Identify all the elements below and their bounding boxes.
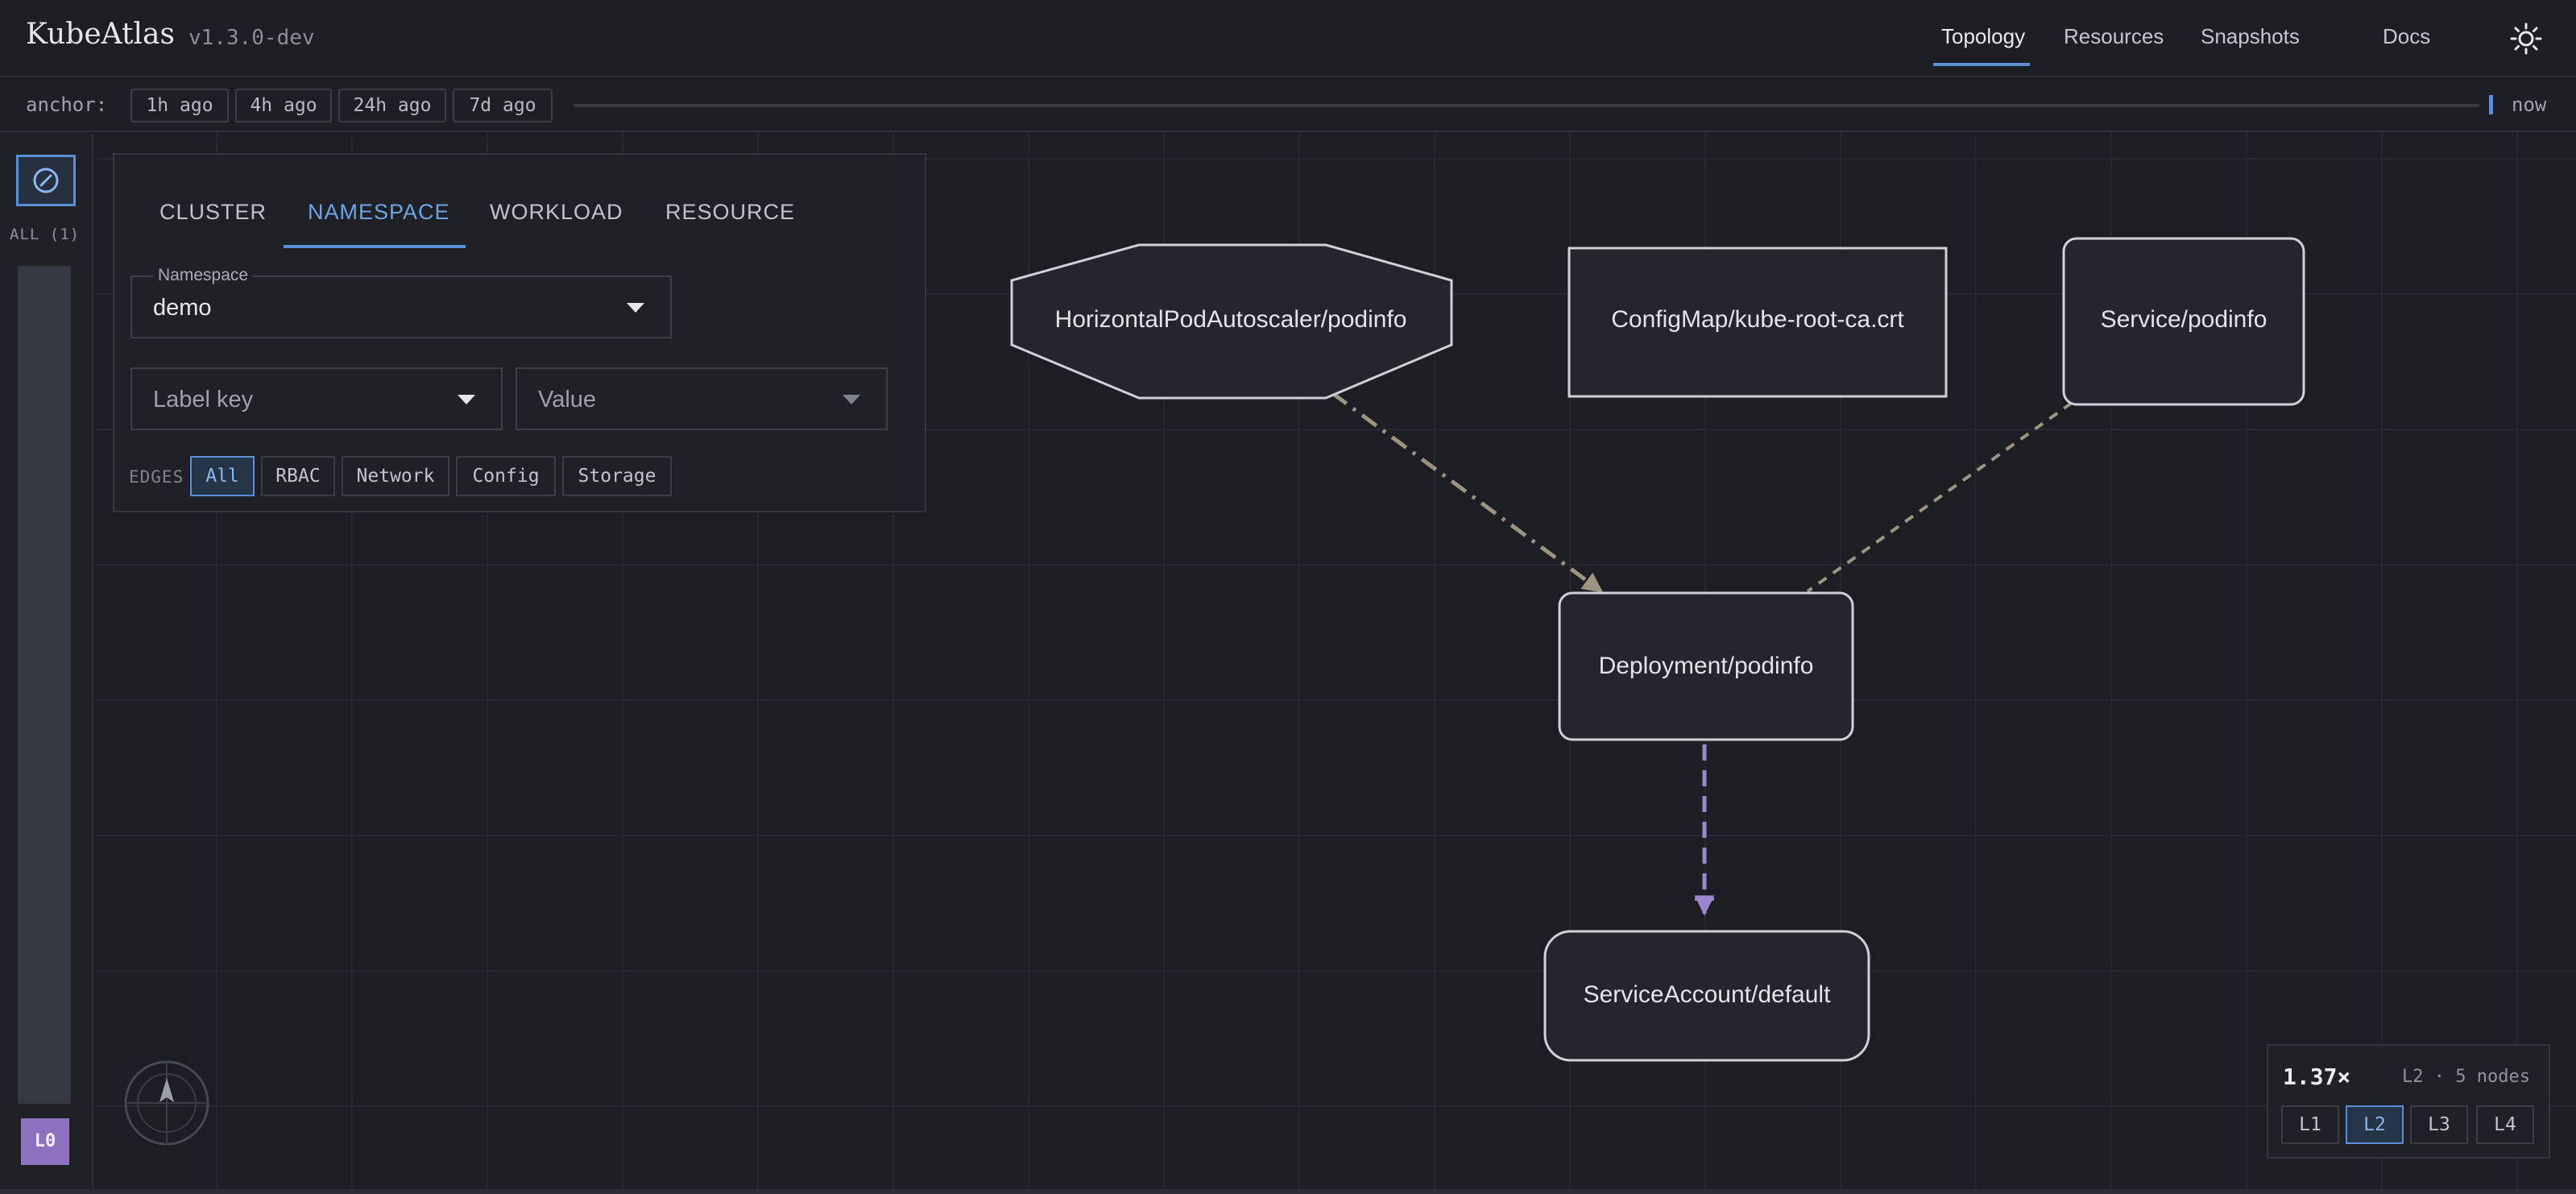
level-button-l3[interactable]: L3 (2410, 1105, 2468, 1144)
label-key-select[interactable]: Label key (130, 367, 503, 430)
node-label-configmap: ConfigMap/kube-root-ca.crt (1611, 306, 1904, 333)
nav-topology[interactable]: Topology (1941, 24, 2025, 49)
edge-filter-config[interactable]: Config (456, 456, 556, 496)
app-version: v1.3.0-dev (188, 26, 315, 50)
anchor-label: anchor: (26, 93, 108, 116)
time-chip-7d[interactable]: 7d ago (453, 89, 553, 122)
rail-scrollbar[interactable] (18, 266, 71, 1104)
time-slider-handle[interactable] (2489, 95, 2493, 114)
explore-mode-button[interactable] (16, 155, 76, 206)
app-logo[interactable]: KubeAtlas (26, 18, 175, 51)
tab-workload[interactable]: WORKLOAD (490, 200, 623, 225)
label-value-placeholder: Value (538, 387, 597, 413)
all-count-label: ALL (1) (10, 226, 81, 243)
node-configmap[interactable]: ConfigMap/kube-root-ca.crt (1568, 247, 1948, 398)
level-button-l4[interactable]: L4 (2476, 1105, 2534, 1144)
theme-toggle-button[interactable] (2508, 21, 2544, 56)
time-chip-4h[interactable]: 4h ago (235, 89, 332, 122)
chevron-down-icon (627, 303, 644, 313)
node-service[interactable]: Service/podinfo (2062, 237, 2305, 406)
node-horizontalpodautoscaler[interactable]: HorizontalPodAutoscaler/podinfo (1010, 243, 1453, 400)
zoom-level: 1.37× (2283, 1063, 2351, 1090)
left-rail: ALL (1) L0 (0, 134, 93, 1194)
edge-hpa-to-deployment[interactable] (1331, 391, 1604, 594)
north-compass[interactable] (122, 1059, 211, 1147)
nav-active-indicator (1933, 63, 2030, 66)
tab-resource[interactable]: RESOURCE (665, 200, 795, 225)
node-serviceaccount[interactable]: ServiceAccount/default (1543, 930, 1870, 1062)
namespace-field-label: Namespace (153, 266, 254, 285)
tab-cluster[interactable]: CLUSTER (159, 200, 267, 225)
tab-active-indicator (284, 245, 466, 248)
nav-resources[interactable]: Resources (2064, 24, 2164, 49)
filter-panel: CLUSTER NAMESPACE WORKLOAD RESOURCE Name… (113, 153, 926, 512)
namespace-select[interactable]: Namespace demo (130, 266, 672, 338)
time-chip-1h[interactable]: 1h ago (130, 89, 229, 122)
edge-service-to-deployment[interactable] (1806, 401, 2073, 593)
compass-icon (33, 168, 59, 193)
node-label-hpa: HorizontalPodAutoscaler/podinfo (1055, 306, 1407, 333)
label-value-select[interactable]: Value (516, 367, 888, 430)
zoom-info: L2 · 5 nodes (2402, 1067, 2530, 1087)
node-label-serviceaccount: ServiceAccount/default (1584, 981, 1832, 1008)
level-button-l1[interactable]: L1 (2281, 1105, 2339, 1144)
north-arrow-icon (124, 1060, 209, 1146)
sun-icon (2510, 23, 2542, 55)
nav-docs[interactable]: Docs (2383, 24, 2430, 49)
time-chip-24h[interactable]: 24h ago (338, 89, 446, 122)
level-badge[interactable]: L0 (21, 1118, 69, 1165)
zoom-panel: 1.37× L2 · 5 nodes L1 L2 L3 L4 (2267, 1044, 2550, 1159)
chevron-down-icon (458, 395, 475, 404)
tab-namespace[interactable]: NAMESPACE (308, 200, 450, 225)
level-button-l2[interactable]: L2 (2346, 1105, 2404, 1144)
edges-label: EDGES (129, 467, 184, 487)
namespace-select-value: demo (153, 295, 212, 321)
chevron-down-icon (843, 395, 860, 404)
bottom-border (0, 1189, 2576, 1194)
edge-filter-all[interactable]: All (190, 456, 255, 496)
node-label-service: Service/podinfo (2101, 306, 2267, 333)
label-key-placeholder: Label key (153, 387, 254, 413)
nav-snapshots[interactable]: Snapshots (2201, 24, 2300, 49)
edge-filter-network[interactable]: Network (342, 456, 449, 496)
top-bar: KubeAtlas v1.3.0-dev Topology Resources … (0, 0, 2576, 77)
edge-filter-storage[interactable]: Storage (562, 456, 672, 496)
time-slider-track[interactable] (574, 104, 2479, 107)
node-deployment[interactable]: Deployment/podinfo (1558, 591, 1854, 741)
now-label: now (2512, 93, 2547, 116)
edge-filter-rbac[interactable]: RBAC (261, 456, 335, 496)
node-label-deployment: Deployment/podinfo (1599, 653, 1814, 679)
time-anchor-bar: anchor: 1h ago 4h ago 24h ago 7d ago now (0, 79, 2576, 132)
